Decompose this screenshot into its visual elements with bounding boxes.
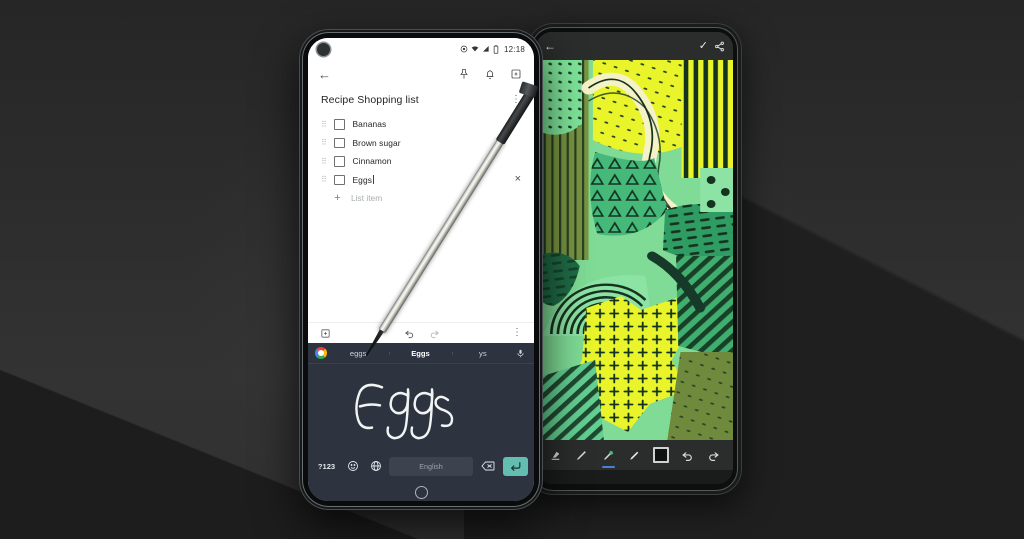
checkbox[interactable] — [334, 156, 345, 167]
list-item-input[interactable]: Eggs — [353, 175, 373, 185]
redo-tool[interactable] — [705, 447, 722, 464]
plus-icon[interactable]: + — [332, 192, 343, 204]
drawing-canvas[interactable] — [536, 60, 733, 440]
list-item[interactable]: ⠿ Cinnamon — [308, 152, 534, 171]
list-item-label: Cinnamon — [352, 156, 392, 167]
phone-front: 12:18 ← Recipe Shopping list ⋮ ⠿ Bananas… — [299, 29, 543, 510]
drag-handle-icon[interactable]: ⠿ — [321, 139, 329, 147]
drag-handle-icon[interactable]: ⠿ — [321, 176, 329, 184]
remove-item-icon[interactable]: × — [515, 174, 521, 185]
eraser-tool[interactable] — [547, 447, 564, 464]
color-swatch[interactable] — [653, 447, 670, 463]
signal-icon — [482, 46, 489, 52]
highlighter-tool[interactable] — [600, 447, 617, 468]
add-box-icon[interactable] — [320, 328, 331, 339]
drawing-toolbar — [536, 440, 733, 470]
undo-tool[interactable] — [679, 447, 696, 464]
drawing-app-top-bar: ← ✓ — [536, 32, 733, 60]
handwriting-keyboard: eggs Eggs ys ?123 English — [308, 343, 534, 501]
wifi-icon — [471, 46, 479, 52]
note-title[interactable]: Recipe Shopping list — [321, 94, 419, 106]
back-icon[interactable]: ← — [318, 68, 331, 81]
note-app-bar: ← — [308, 60, 534, 88]
list-item-label: Bananas — [352, 119, 387, 130]
text-caret — [373, 175, 374, 185]
google-g-icon[interactable] — [315, 347, 327, 359]
home-button[interactable] — [414, 485, 428, 499]
handwriting-input-area[interactable] — [308, 364, 534, 453]
pen-tool[interactable] — [573, 447, 590, 464]
battery-icon — [493, 44, 499, 54]
list-item[interactable]: ⠿ Bananas — [308, 115, 534, 134]
space-key[interactable]: English — [389, 456, 473, 476]
undo-icon[interactable] — [404, 328, 415, 339]
suggestion-strip: eggs Eggs ys — [308, 343, 534, 364]
list-item-label: Brown sugar — [352, 137, 401, 148]
brush-tool[interactable] — [626, 447, 643, 464]
backspace-icon[interactable] — [477, 457, 499, 476]
archive-icon[interactable] — [507, 66, 524, 83]
checkbox[interactable] — [334, 174, 345, 185]
drag-handle-icon[interactable]: ⠿ — [321, 120, 329, 128]
redo-icon[interactable] — [429, 328, 440, 339]
note-title-row: Recipe Shopping list ⋮ — [308, 94, 534, 106]
symbols-key[interactable]: ?123 — [314, 457, 339, 476]
phone-front-screen: 12:18 ← Recipe Shopping list ⋮ ⠿ Bananas… — [308, 38, 534, 501]
phone-back-screen: ← ✓ — [536, 32, 733, 484]
phone-front-nav-bar — [308, 483, 534, 501]
back-icon[interactable]: ← — [544, 40, 556, 52]
screen-record-icon — [460, 45, 468, 53]
front-camera-punch-hole — [317, 42, 330, 56]
status-bar-time: 12:18 — [503, 44, 525, 54]
enter-key[interactable] — [503, 456, 528, 476]
artwork — [536, 60, 733, 440]
note-bottom-toolbar: ⋮ — [308, 322, 534, 343]
pin-icon[interactable] — [455, 66, 472, 83]
done-check-icon[interactable]: ✓ — [699, 40, 708, 52]
checkbox[interactable] — [334, 119, 345, 130]
add-list-item-placeholder: List item — [351, 193, 383, 204]
suggestion-1[interactable]: Eggs — [389, 349, 451, 358]
status-icons: 12:18 — [460, 45, 525, 54]
suggestion-2[interactable]: ys — [451, 349, 514, 358]
list-item-editing[interactable]: ⠿ Eggs × — [308, 171, 534, 190]
note-overflow-menu[interactable]: ⋮ — [511, 95, 521, 105]
phone-back: ← ✓ — [527, 23, 742, 495]
share-icon[interactable] — [714, 41, 725, 52]
handwriting-strokes — [355, 383, 454, 440]
keyboard-bottom-row: ?123 English — [308, 453, 534, 483]
checkbox[interactable] — [334, 137, 345, 148]
emoji-icon[interactable] — [343, 457, 362, 476]
globe-icon[interactable] — [366, 457, 385, 476]
note-body: Recipe Shopping list ⋮ ⠿ Bananas ⠿ Brown… — [308, 88, 534, 322]
microphone-icon[interactable] — [514, 349, 527, 358]
status-bar: 12:18 — [308, 38, 534, 60]
reminder-bell-icon[interactable] — [481, 66, 498, 83]
add-list-item-row[interactable]: + List item — [308, 189, 534, 208]
note-toolbar-overflow[interactable]: ⋮ — [512, 328, 522, 338]
list-item[interactable]: ⠿ Brown sugar — [308, 134, 534, 153]
suggestion-0[interactable]: eggs — [327, 349, 389, 358]
phone-back-nav-bar — [536, 470, 733, 484]
drag-handle-icon[interactable]: ⠿ — [321, 157, 329, 165]
